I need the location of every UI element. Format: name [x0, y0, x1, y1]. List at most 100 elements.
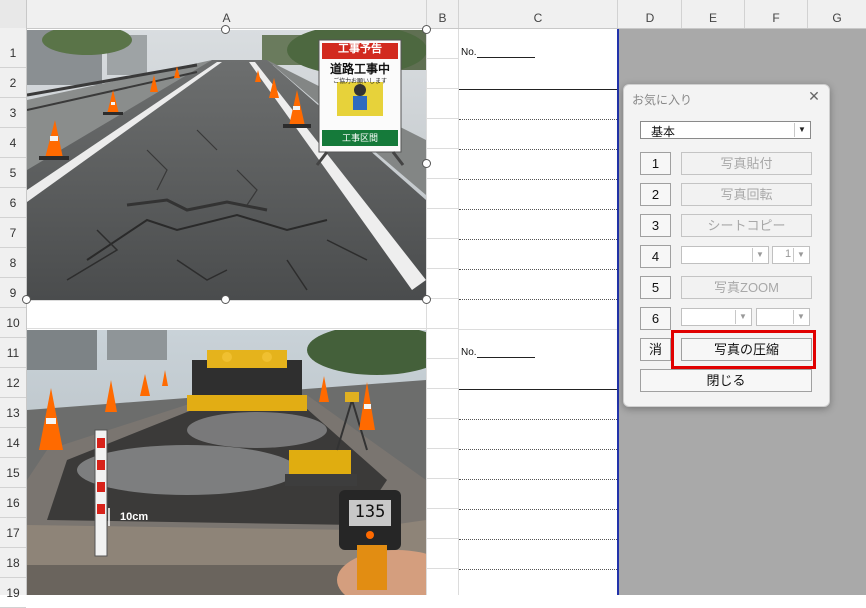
gauge-label: 10cm — [120, 511, 149, 523]
row4-select-2-value: 1 — [785, 248, 792, 260]
resize-handle-bottom-left[interactable] — [22, 295, 31, 304]
row-header-bar: 1 2 3 4 5 6 7 8 9 10 11 12 13 14 15 16 1… — [0, 28, 27, 608]
form-line — [459, 119, 617, 120]
form-line — [459, 539, 617, 540]
number-button-4[interactable]: 4 — [640, 245, 671, 268]
form-line — [459, 299, 617, 300]
grid-line — [427, 298, 458, 299]
grid-line — [427, 118, 458, 119]
grid-line — [458, 29, 459, 595]
number-button-6[interactable]: 6 — [640, 307, 671, 330]
highlight-box — [671, 330, 816, 369]
resize-handle-bottom[interactable] — [221, 295, 230, 304]
erase-button[interactable]: 消 — [640, 338, 671, 361]
resize-handle-top-right[interactable] — [422, 25, 431, 34]
chevron-down-icon[interactable]: ▼ — [752, 248, 767, 262]
column-header-c[interactable]: C — [459, 0, 618, 28]
resize-handle-right[interactable] — [422, 159, 431, 168]
grid-line — [427, 208, 458, 209]
paste-photo-button[interactable]: 写真貼付 — [681, 152, 812, 175]
grid-line — [427, 538, 458, 539]
close-dialog-button[interactable]: 閉じる — [640, 369, 812, 392]
row-header-5[interactable]: 5 — [0, 158, 26, 188]
form-line — [459, 449, 617, 450]
resize-handle-bottom-right[interactable] — [422, 295, 431, 304]
row-header-16[interactable]: 16 — [0, 488, 26, 518]
row4-select-1[interactable]: ▼ — [681, 246, 769, 264]
number-button-1[interactable]: 1 — [640, 152, 671, 175]
photo-number-label-1: No. — [461, 47, 535, 58]
chevron-down-icon[interactable]: ▼ — [793, 248, 808, 262]
row-header-12[interactable]: 12 — [0, 368, 26, 398]
sign-title-text: 工事予告 — [338, 43, 382, 55]
row6-select-1[interactable]: ▼ — [681, 308, 752, 326]
copy-sheet-button[interactable]: シートコピー — [681, 214, 812, 237]
grid-line — [427, 238, 458, 239]
form-line — [459, 569, 617, 570]
chevron-down-icon[interactable]: ▼ — [794, 123, 809, 137]
form-line — [459, 239, 617, 240]
row-header-2[interactable]: 2 — [0, 68, 26, 98]
row-header-4[interactable]: 4 — [0, 128, 26, 158]
row-header-18[interactable]: 18 — [0, 548, 26, 578]
grid-line — [427, 148, 458, 149]
grid-line — [427, 88, 458, 89]
grid-line — [427, 478, 458, 479]
grid-line — [426, 29, 427, 595]
row6-select-2[interactable]: ▼ — [756, 308, 810, 326]
row-header-9[interactable]: 9 — [0, 278, 26, 308]
sign-sub-text: ご協力お願いします — [332, 79, 387, 85]
row-header-13[interactable]: 13 — [0, 398, 26, 428]
chevron-down-icon[interactable]: ▼ — [793, 310, 808, 324]
photo-cracked-road[interactable]: 工事予告 道路工事中 ご協力お願いします 工事区間 — [27, 30, 426, 300]
grid-line — [427, 58, 458, 59]
row-header-3[interactable]: 3 — [0, 98, 26, 128]
paving-photo-graphic — [27, 330, 426, 595]
form-line — [459, 179, 617, 180]
grid-line — [427, 388, 458, 389]
resize-handle-top[interactable] — [221, 25, 230, 34]
grid-line — [459, 329, 617, 330]
number-button-5[interactable]: 5 — [640, 276, 671, 299]
close-icon[interactable]: ✕ — [805, 87, 823, 105]
grid-line — [427, 358, 458, 359]
row-header-11[interactable]: 11 — [0, 338, 26, 368]
row-header-1[interactable]: 1 — [0, 38, 26, 68]
column-header-d[interactable]: D — [619, 0, 682, 28]
photo-asphalt-paving[interactable]: 10cm 135 — [27, 330, 426, 595]
form-line — [459, 89, 617, 90]
column-header-b[interactable]: B — [427, 0, 459, 28]
photo-zoom-button[interactable]: 写真ZOOM — [681, 276, 812, 299]
form-line — [459, 149, 617, 150]
rotate-photo-button[interactable]: 写真回転 — [681, 183, 812, 206]
row-header-7[interactable]: 7 — [0, 218, 26, 248]
row-header-14[interactable]: 14 — [0, 428, 26, 458]
column-header-e[interactable]: E — [682, 0, 745, 28]
number-button-3[interactable]: 3 — [640, 214, 671, 237]
form-line — [459, 509, 617, 510]
preset-select-value: 基本 — [651, 125, 676, 139]
thermometer-display: 135 — [354, 502, 386, 522]
row-header-19[interactable]: 19 — [0, 578, 26, 608]
chevron-down-icon[interactable]: ▼ — [735, 310, 750, 324]
column-header-f[interactable]: F — [745, 0, 808, 28]
row-header-10[interactable]: 10 — [0, 308, 26, 338]
form-line — [459, 479, 617, 480]
photo-number-label-2: No. — [461, 347, 535, 358]
row4-select-2[interactable]: 1 ▼ — [772, 246, 810, 264]
form-line — [459, 389, 617, 390]
row-header-6[interactable]: 6 — [0, 188, 26, 218]
grid-line — [27, 328, 458, 329]
row-header-17[interactable]: 17 — [0, 518, 26, 548]
select-all-corner[interactable] — [0, 0, 27, 28]
grid-line — [427, 178, 458, 179]
column-header-a[interactable]: A — [27, 0, 427, 28]
sign-main-text: 道路工事中 — [329, 62, 390, 76]
form-line — [459, 419, 617, 420]
preset-select[interactable]: 基本 ▼ — [640, 121, 811, 139]
number-button-2[interactable]: 2 — [640, 183, 671, 206]
grid-line — [427, 418, 458, 419]
row-header-15[interactable]: 15 — [0, 458, 26, 488]
row-header-8[interactable]: 8 — [0, 248, 26, 278]
column-header-g[interactable]: G — [808, 0, 866, 28]
